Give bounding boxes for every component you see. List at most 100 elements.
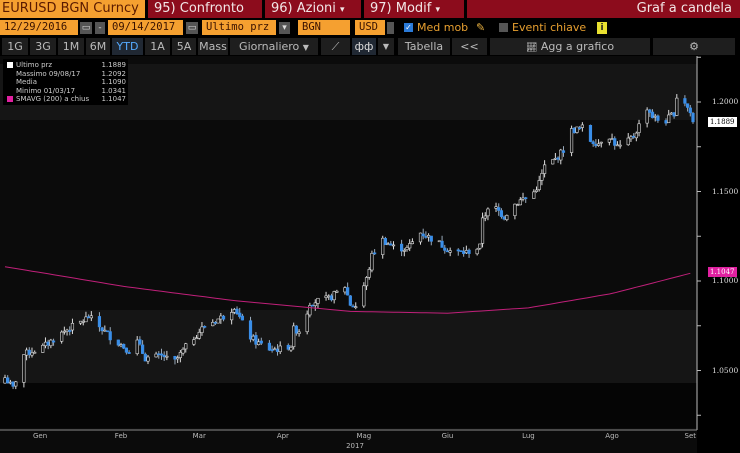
candle-up xyxy=(327,295,331,298)
candle-down xyxy=(310,304,315,307)
legend-swatch xyxy=(7,62,13,68)
period-max[interactable]: Mass xyxy=(198,38,228,55)
candle-up xyxy=(273,348,277,351)
candle-down xyxy=(221,315,226,320)
ticker-field[interactable]: EURUSD BGN Curncy xyxy=(0,0,145,18)
candle-up xyxy=(313,302,317,306)
candle-down xyxy=(456,249,460,252)
compare-button[interactable]: 95) Confronto xyxy=(148,0,262,18)
candle-up xyxy=(437,240,441,243)
period-5a[interactable]: 5A xyxy=(172,38,196,55)
events-checkbox[interactable] xyxy=(499,23,508,32)
candle-down xyxy=(6,377,10,384)
candle-up xyxy=(84,316,88,323)
x-tick-label: Ago xyxy=(605,432,619,440)
date-separator: - xyxy=(95,22,105,34)
candle-up xyxy=(521,197,525,200)
candle-up xyxy=(483,215,487,219)
info-icon[interactable]: i xyxy=(597,22,607,34)
candle-up xyxy=(537,180,541,190)
candle-up xyxy=(230,312,234,321)
period-ytd[interactable]: YTD xyxy=(112,38,143,55)
chart-add-icon: 📈︎ xyxy=(525,43,538,53)
candle-down xyxy=(421,233,425,237)
candle-down xyxy=(235,308,239,315)
candle-down xyxy=(116,339,120,346)
chevron-down-icon[interactable] xyxy=(387,22,394,34)
chevron-down-icon[interactable]: ▼ xyxy=(378,38,394,55)
candle-up xyxy=(542,164,547,174)
candle-down xyxy=(329,295,334,301)
x-tick-label: Lug xyxy=(522,432,535,440)
last-price-tag: 1.1889 xyxy=(708,116,737,127)
period-1g[interactable]: 1G xyxy=(2,38,28,55)
candle-up xyxy=(669,112,674,115)
candle-up xyxy=(518,199,522,206)
candle-up xyxy=(8,381,12,384)
line-chart-icon[interactable]: ⟋ xyxy=(321,38,350,55)
y-tick-label: 1.1000 xyxy=(712,276,739,285)
candle-down xyxy=(613,138,617,146)
candle-down xyxy=(46,341,50,346)
calendar-icon[interactable]: ▭ xyxy=(80,22,92,34)
start-date-input[interactable]: 12/29/2016 xyxy=(0,20,78,35)
period-1m[interactable]: 1M xyxy=(58,38,84,55)
frequency-label: Giornaliero xyxy=(239,40,300,53)
candle-down xyxy=(591,141,595,144)
candlestick-chart[interactable] xyxy=(0,56,740,453)
edit-label: 97) Modif xyxy=(370,1,432,16)
candle-down xyxy=(556,157,560,160)
candle-up xyxy=(3,377,7,384)
candlestick-icon[interactable]: фф xyxy=(352,38,376,55)
collapse-button[interactable]: << xyxy=(452,38,487,55)
candle-up xyxy=(653,115,657,118)
candle-up xyxy=(216,318,220,324)
candle-up xyxy=(324,295,328,298)
source-input[interactable]: BGN xyxy=(298,20,350,35)
plot-band xyxy=(0,383,697,428)
candle-up xyxy=(308,305,312,316)
moving-avg-checkbox[interactable]: ✓ xyxy=(404,23,413,32)
candle-up xyxy=(362,285,366,307)
table-button[interactable]: Tabella xyxy=(398,38,450,55)
x-tick-label: Feb xyxy=(114,432,128,440)
end-date-input[interactable]: 09/14/2017 xyxy=(108,20,183,35)
actions-button[interactable]: 96) Azioni ▾ xyxy=(265,0,361,18)
period-6m[interactable]: 6M xyxy=(86,38,110,55)
x-axis-year: 2017 xyxy=(346,442,364,450)
candle-up xyxy=(486,208,490,217)
x-tick-label: Mag xyxy=(356,432,372,440)
currency-input[interactable]: USD xyxy=(355,20,385,35)
add-to-chart-button[interactable]: 📈︎ Agg a grafico xyxy=(490,38,650,55)
candle-down xyxy=(270,349,274,351)
candle-up xyxy=(60,331,64,342)
period-1a[interactable]: 1A xyxy=(145,38,170,55)
period-3g[interactable]: 3G xyxy=(30,38,56,55)
candle-down xyxy=(267,342,272,351)
legend-item-high: Massimo 09/08/17 1.2092 xyxy=(7,70,126,79)
candle-up xyxy=(62,330,66,333)
frequency-select[interactable]: Giornaliero ▼ xyxy=(230,38,318,55)
candle-up xyxy=(43,341,48,347)
edit-button[interactable]: 97) Modif ▾ xyxy=(364,0,464,18)
candle-down xyxy=(459,250,463,252)
candle-down xyxy=(140,344,145,354)
candle-up xyxy=(575,126,579,133)
chevron-down-icon: ▼ xyxy=(302,43,309,52)
actions-label: 96) Azioni xyxy=(271,1,336,16)
pencil-icon[interactable]: ✎ xyxy=(476,20,485,35)
candle-up xyxy=(219,315,223,320)
candle-up xyxy=(381,237,385,255)
candle-down xyxy=(238,312,242,317)
calendar-icon[interactable]: ▭ xyxy=(186,22,198,34)
y-tick-label: 1.2000 xyxy=(712,97,739,106)
field-select[interactable]: Ultimo prz xyxy=(202,20,276,35)
candle-down xyxy=(400,243,404,252)
candle-up xyxy=(78,320,83,324)
candle-down xyxy=(294,325,298,334)
candle-up xyxy=(89,315,93,319)
chevron-down-icon[interactable]: ▾ xyxy=(279,22,290,34)
candle-down xyxy=(254,335,258,345)
gear-icon[interactable]: ⚙ xyxy=(653,38,735,55)
candle-up xyxy=(532,191,536,199)
